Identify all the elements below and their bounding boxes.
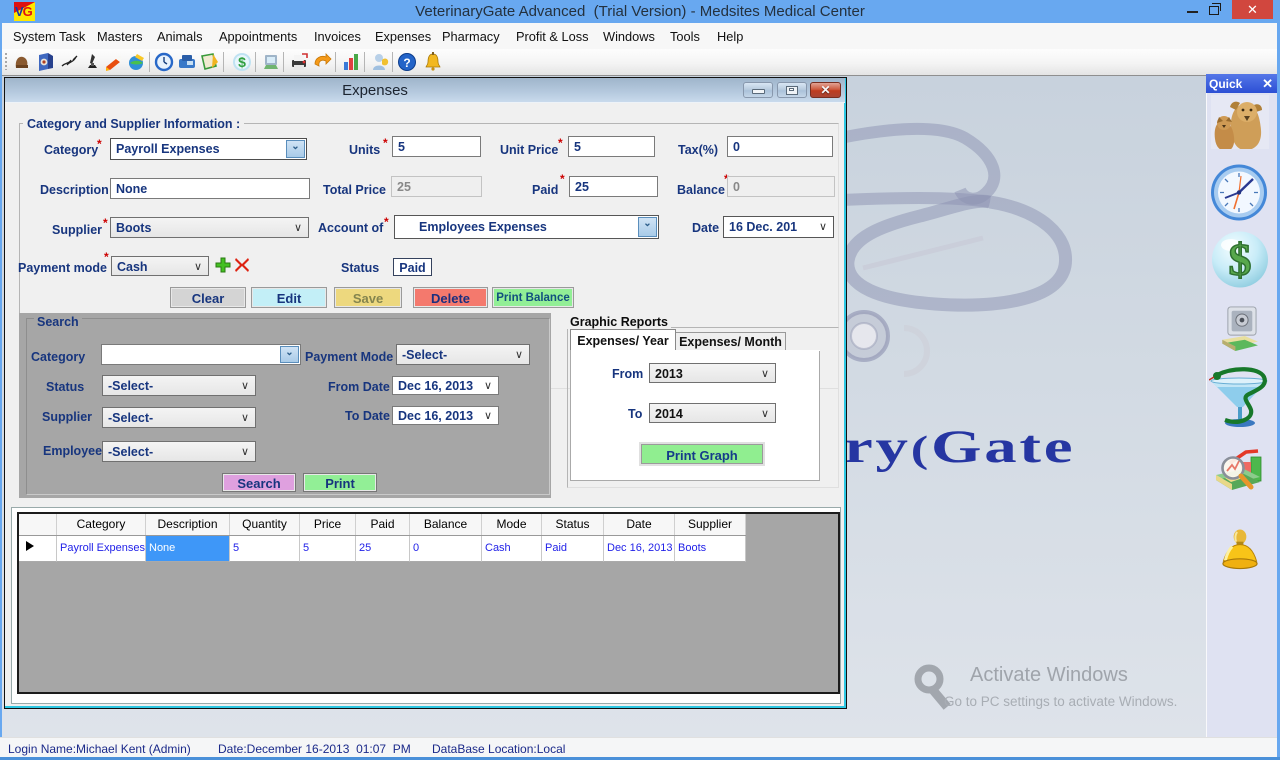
svg-text:$: $ (238, 54, 246, 70)
svg-text:?: ? (403, 56, 410, 70)
svg-text:$: $ (1229, 234, 1252, 285)
